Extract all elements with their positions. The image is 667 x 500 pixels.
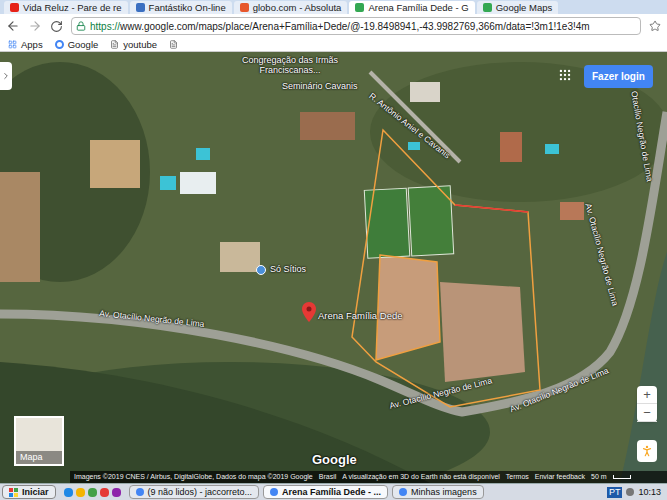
language-indicator[interactable]: PT (607, 487, 623, 498)
zoom-button[interactable]: + (637, 386, 657, 404)
page-icon (110, 40, 119, 49)
place-label[interactable]: Só Sítios (256, 263, 306, 277)
address-bar: https://www.google.com/maps/place/Arena+… (0, 14, 667, 38)
page-icon[interactable] (169, 40, 178, 49)
zoom-button[interactable]: − (637, 404, 657, 422)
quick-launch-icon[interactable] (76, 488, 85, 497)
location-pin-icon[interactable] (302, 302, 316, 322)
lock-icon (76, 21, 86, 31)
omnibox[interactable]: https://www.google.com/maps/place/Arena+… (71, 17, 641, 35)
favicon-icon (483, 3, 492, 12)
back-icon[interactable] (6, 19, 20, 33)
map-thumbnail[interactable]: Mapa (14, 416, 64, 466)
browser-tab[interactable]: Arena Família Dede - G (349, 1, 474, 14)
browser-tab[interactable]: globo.com - Absoluta (234, 1, 348, 14)
pin-label[interactable]: Arena Família Dede (318, 309, 402, 323)
screen: Vida Reluz - Pare de reFantástiko On-lin… (0, 0, 667, 500)
side-panel-toggle[interactable] (0, 62, 12, 90)
quick-launch (60, 488, 125, 497)
attribution-item[interactable]: Termos (506, 472, 529, 483)
system-tray: PT 10:13 (603, 487, 665, 498)
place-label[interactable]: Seminário Cavanis (282, 80, 358, 94)
taskbar: Iniciar (9 não lidos) - jaccorreto...Aren… (0, 483, 667, 500)
task-button[interactable]: (9 não lidos) - jaccorreto... (129, 485, 260, 499)
satellite-imagery[interactable] (0, 52, 667, 483)
bookmark[interactable]: Google (55, 40, 99, 50)
quick-launch-icon[interactable] (100, 488, 109, 497)
favicon-icon (10, 3, 19, 12)
google-icon (55, 40, 64, 49)
zoom-controls: +− (637, 386, 657, 422)
map[interactable]: Fazer login Congregação das Irmãs Francis… (0, 52, 667, 483)
favicon-icon (136, 3, 145, 12)
apps-icon (8, 40, 17, 49)
reload-icon[interactable] (50, 20, 63, 33)
favicon-icon (355, 3, 364, 12)
chevron-right-icon (1, 71, 11, 81)
scale-label: 50 m (591, 472, 607, 483)
bookmarks-bar: Apps Google youtube (0, 38, 667, 52)
attribution-bar: Imagens ©2019 CNES / Airbus, DigitalGlob… (70, 471, 667, 483)
start-button[interactable]: Iniciar (2, 485, 56, 499)
login-button[interactable]: Fazer login (584, 65, 653, 88)
attribution-item[interactable]: Brasil (319, 472, 337, 483)
app-icon (399, 488, 407, 496)
quick-launch-icon[interactable] (64, 488, 73, 497)
quick-launch-icon[interactable] (88, 488, 97, 497)
tray-icon[interactable] (626, 488, 634, 496)
apps-grid-icon[interactable] (558, 68, 572, 82)
task-button[interactable]: Arena Família Dede - ... (263, 485, 388, 499)
bookmark[interactable]: Apps (8, 40, 43, 50)
app-icon (136, 488, 144, 496)
google-logo: Google (312, 450, 357, 470)
attribution-item[interactable]: Imagens ©2019 CNES / Airbus, DigitalGlob… (74, 472, 313, 483)
business-marker-icon (256, 265, 266, 275)
attribution-item[interactable]: Enviar feedback (535, 472, 585, 483)
attribution-item[interactable]: A visualização em 3D do Earth não está d… (342, 472, 500, 483)
app-icon (270, 488, 278, 496)
browser-tab[interactable]: Vida Reluz - Pare de re (4, 1, 128, 14)
quick-launch-icon[interactable] (112, 488, 121, 497)
forward-icon[interactable] (28, 19, 42, 33)
tab-bar: Vida Reluz - Pare de reFantástiko On-lin… (0, 0, 667, 14)
browser-tab[interactable]: Fantástiko On-line (130, 1, 232, 14)
browser-tab[interactable]: Google Maps (477, 1, 559, 14)
clock[interactable]: 10:13 (638, 488, 661, 497)
favicon-icon (240, 3, 249, 12)
star-icon[interactable] (649, 20, 661, 32)
task-button[interactable]: Minhas imagens (392, 485, 484, 499)
pegman-icon (640, 444, 654, 458)
bookmark[interactable]: youtube (110, 40, 157, 50)
pegman[interactable] (637, 440, 657, 462)
windows-logo-icon (9, 488, 18, 497)
scale-bar (613, 475, 631, 479)
place-label[interactable]: Congregação das Irmãs Franciscanas... (238, 56, 342, 76)
